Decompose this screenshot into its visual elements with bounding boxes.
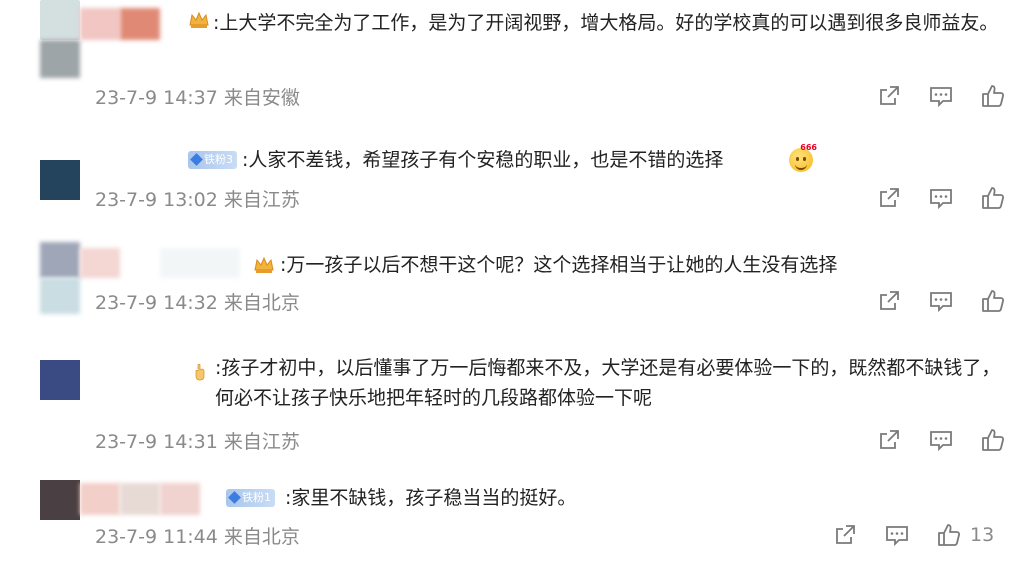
avatar-blur xyxy=(40,40,80,78)
fan-badge: 铁粉1 xyxy=(226,489,275,507)
avatar[interactable] xyxy=(40,360,80,400)
username-blur xyxy=(80,483,120,515)
comment-text: :孩子才初中，以后懂事了万一后悔都来不及，大学还是有必要体验一下的，既然都不缺钱… xyxy=(215,357,1001,409)
comment-actions: 13 xyxy=(0,522,1024,548)
comment-actions xyxy=(0,185,1024,211)
comment-item: :万一孩子以后不想干这个呢？这个选择相当于让她的人生没有选择 23-7-9 14… xyxy=(0,230,1024,335)
badge-label: 铁粉1 xyxy=(242,491,271,504)
avatar[interactable] xyxy=(40,480,80,520)
comment-item: 铁粉1 :家里不缺钱，孩子稳当当的挺好。 23-7-9 11:44 来自北京 1… xyxy=(0,465,1024,561)
comment-item: 铁粉3 :人家不差钱，希望孩子有个安稳的职业，也是不错的选择 666 23-7-… xyxy=(0,125,1024,230)
comment-text: :人家不差钱，希望孩子有个安稳的职业，也是不错的选择 xyxy=(242,149,724,171)
hand-icon xyxy=(195,363,207,381)
comment-icon[interactable] xyxy=(884,522,910,548)
like-count: 13 xyxy=(970,524,995,546)
diamond-icon xyxy=(228,491,241,504)
thumbs-up-icon[interactable] xyxy=(936,522,962,548)
share-icon[interactable] xyxy=(832,522,858,548)
crown-icon xyxy=(253,255,275,275)
comment-item: :上大学不完全为了工作，是为了开阔视野，增大格局。好的学校真的可以遇到很多良师益… xyxy=(0,0,1024,125)
emoji-666-icon: 666 xyxy=(789,143,817,172)
badge-label: 铁粉3 xyxy=(204,153,233,166)
comment-icon[interactable] xyxy=(928,288,954,314)
username-blur xyxy=(160,483,200,515)
comment-text: :上大学不完全为了工作，是为了开阔视野，增大格局。好的学校真的可以遇到很多良师益… xyxy=(213,12,999,34)
username-blur xyxy=(120,483,160,515)
share-icon[interactable] xyxy=(876,83,902,109)
diamond-icon xyxy=(190,153,203,166)
comment-item: :孩子才初中，以后懂事了万一后悔都来不及，大学还是有必要体验一下的，既然都不缺钱… xyxy=(0,335,1024,465)
emoji-tag: 666 xyxy=(800,143,817,152)
fan-badge: 铁粉3 xyxy=(188,151,237,169)
avatar[interactable] xyxy=(40,0,80,40)
thumbs-up-icon[interactable] xyxy=(980,427,1006,453)
thumbs-up-icon[interactable] xyxy=(980,185,1006,211)
comment-actions xyxy=(0,83,1024,109)
share-icon[interactable] xyxy=(876,185,902,211)
username-blur xyxy=(120,8,160,40)
comment-actions xyxy=(0,427,1024,453)
comment-actions xyxy=(0,288,1024,314)
share-icon[interactable] xyxy=(876,288,902,314)
crown-icon xyxy=(188,10,210,30)
comment-icon[interactable] xyxy=(928,185,954,211)
username-blur xyxy=(80,248,120,278)
username-blur xyxy=(160,248,240,278)
username-blur[interactable] xyxy=(80,8,120,40)
thumbs-up-icon[interactable] xyxy=(980,288,1006,314)
comment-text: :万一孩子以后不想干这个呢？这个选择相当于让她的人生没有选择 xyxy=(280,254,838,276)
share-icon[interactable] xyxy=(876,427,902,453)
comment-icon[interactable] xyxy=(928,83,954,109)
thumbs-up-icon[interactable] xyxy=(980,83,1006,109)
comment-text: :家里不缺钱，孩子稳当当的挺好。 xyxy=(285,487,577,509)
comment-icon[interactable] xyxy=(928,427,954,453)
avatar[interactable] xyxy=(40,242,80,278)
